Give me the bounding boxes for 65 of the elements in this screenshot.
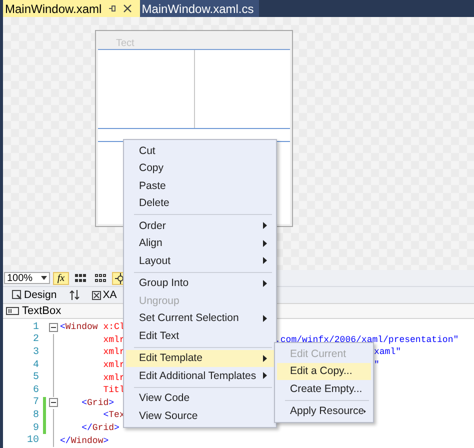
- menu-item[interactable]: Delete: [126, 194, 274, 212]
- code-text: xmlr: [102, 334, 125, 345]
- menu-item[interactable]: Layout: [126, 252, 274, 270]
- line-number: 4: [32, 360, 39, 371]
- menu-item[interactable]: Edit Additional Templates: [126, 367, 274, 384]
- line-number: 5: [32, 372, 39, 384]
- code-text: </Grid>: [80, 423, 120, 434]
- menu-item[interactable]: Copy: [126, 160, 274, 177]
- menu-item[interactable]: Order: [126, 217, 274, 234]
- menu-item[interactable]: Edit a Copy...: [277, 362, 371, 380]
- code-text: xmlr: [102, 360, 125, 370]
- collapse-icon[interactable]: [48, 398, 58, 408]
- menu-item[interactable]: View Source: [126, 407, 274, 424]
- code-text: Titl: [102, 385, 125, 396]
- formula-button[interactable]: fx: [53, 272, 69, 284]
- design-icon: [12, 290, 22, 300]
- menu-item[interactable]: Paste: [126, 177, 274, 194]
- line-number: 1: [32, 322, 39, 333]
- code-text: xmlr: [102, 372, 125, 383]
- zoom-dropdown[interactable]: 100%: [4, 272, 50, 284]
- code-text: <Window x:Cl: [60, 322, 125, 332]
- menu-item[interactable]: Edit Template: [126, 350, 274, 367]
- caret-icon: [41, 276, 47, 280]
- submenu-arrow-icon: [263, 257, 267, 264]
- xaml-icon: [92, 290, 101, 300]
- breadcrumb-item[interactable]: TextBox: [6, 305, 62, 317]
- menu-item[interactable]: Create Empty...: [277, 380, 371, 398]
- code-text: xaml": [374, 347, 402, 358]
- line-number: 8: [32, 410, 39, 421]
- grid-button[interactable]: [72, 272, 89, 284]
- line-number: 10: [26, 435, 39, 446]
- code-text: </Window>: [60, 436, 109, 446]
- menu-item[interactable]: Cut: [126, 142, 274, 160]
- line-number: 9: [32, 422, 39, 434]
- line-number: 6: [32, 384, 39, 396]
- close-icon[interactable]: [122, 4, 132, 13]
- menu-item[interactable]: Set Current Selection: [126, 310, 274, 327]
- textbox-icon: [6, 307, 19, 315]
- submenu-arrow-icon: [364, 408, 366, 415]
- line-number: 7: [32, 397, 39, 408]
- menu-item[interactable]: Group Into: [126, 274, 274, 292]
- menu-item[interactable]: Align: [126, 234, 274, 252]
- pin-icon[interactable]: [108, 4, 117, 13]
- menu-item[interactable]: View Code: [126, 390, 274, 407]
- document-tab[interactable]: MainWindow.xaml.cs: [140, 0, 259, 17]
- code-text: <Grid>: [80, 398, 114, 408]
- submenu-arrow-icon: [263, 314, 267, 322]
- submenu-arrow-icon: [263, 280, 267, 287]
- menu-item[interactable]: Edit Text: [126, 327, 274, 344]
- submenu-arrow-icon: [263, 372, 267, 380]
- line-number: 2: [32, 334, 39, 346]
- submenu-arrow-icon: [263, 222, 267, 230]
- code-text: xmlr: [102, 347, 125, 358]
- swap-icon[interactable]: [68, 290, 80, 300]
- code-text: ": [374, 360, 380, 370]
- submenu-arrow-icon: [263, 240, 267, 247]
- code-text: .com/winfx/2006/xaml/presentation": [275, 334, 459, 345]
- submenu-arrow-icon: [263, 354, 267, 362]
- design-tab[interactable]: Design: [12, 289, 57, 301]
- xaml-tab[interactable]: XA: [92, 289, 117, 301]
- grid-lines-button[interactable]: [92, 272, 109, 284]
- document-tab[interactable]: MainWindow.xaml: [3, 0, 140, 17]
- collapse-icon[interactable]: [48, 322, 58, 332]
- line-number: 3: [32, 346, 39, 358]
- menu-item[interactable]: Apply Resource: [277, 402, 371, 420]
